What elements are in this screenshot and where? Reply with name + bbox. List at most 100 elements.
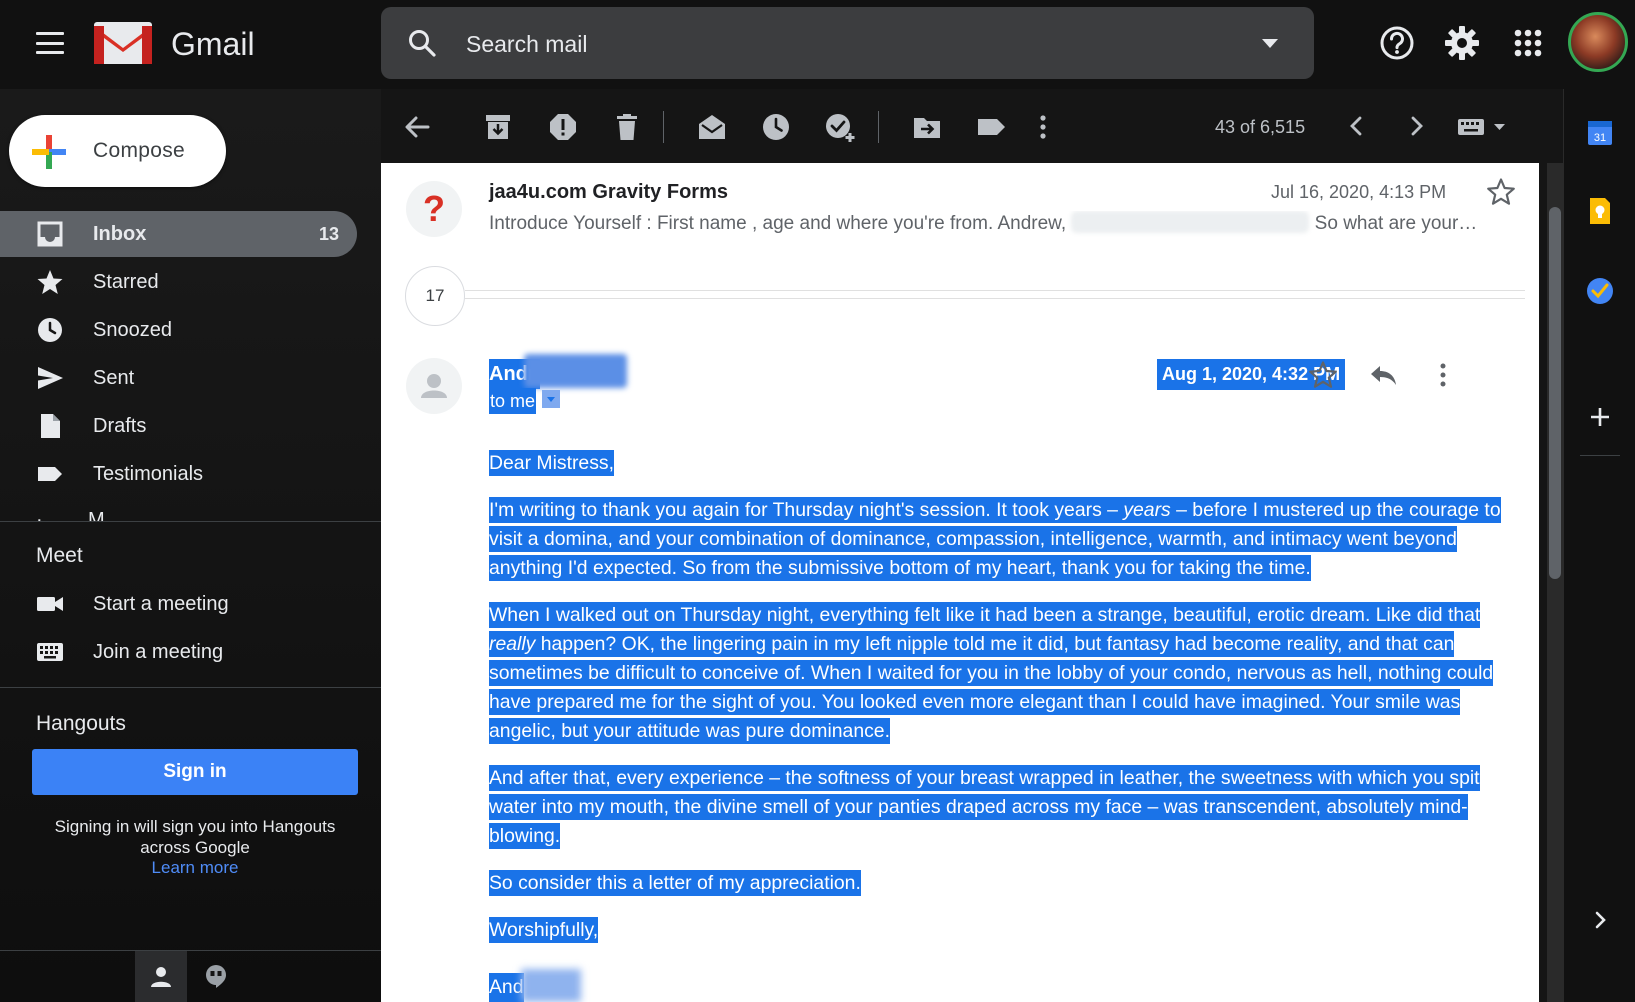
report-spam-icon[interactable] [547, 111, 579, 143]
sidebar-item-label: Sent [93, 367, 135, 389]
sidebar-item-sent[interactable]: Sent [0, 355, 357, 401]
label-icon[interactable] [975, 111, 1007, 143]
newer-chevron-left-icon[interactable] [1342, 111, 1372, 141]
hangouts-sign-in-note: Signing in will sign you into Hangouts a… [54, 817, 336, 857]
signature-text: And [489, 973, 524, 1002]
sidebar-divider [0, 687, 381, 688]
clock-icon [38, 318, 62, 342]
learn-more-link[interactable]: Learn more [36, 858, 354, 878]
side-panel-divider [1580, 455, 1620, 456]
sidebar-item-label: Starred [93, 271, 159, 293]
star-icon[interactable] [1486, 177, 1516, 207]
meet-item-label: Join a meeting [93, 641, 224, 663]
body-paragraph: And after that, every experience – the s… [489, 765, 1480, 849]
label-tag-icon [38, 467, 62, 481]
closing-text: Worshipfully, [489, 917, 599, 943]
show-details-caret-icon[interactable] [542, 390, 560, 408]
more-vertical-icon[interactable] [1428, 360, 1458, 390]
body-paragraph: So consider this a letter of my apprecia… [489, 870, 861, 896]
hamburger-menu-icon[interactable] [36, 32, 64, 54]
older-chevron-right-icon[interactable] [1401, 111, 1431, 141]
inbox-icon [37, 221, 63, 247]
input-tools-keyboard-icon[interactable] [1456, 114, 1508, 140]
sidebar-item-starred[interactable]: Starred [0, 259, 357, 305]
message-body: Dear Mistress, I'm writing to thank you … [489, 449, 1517, 963]
sidebar-item-inbox[interactable]: Inbox 13 [0, 211, 357, 257]
sidebar-item-label: Snoozed [93, 319, 172, 341]
reply-arrow-icon[interactable] [1368, 360, 1398, 390]
greeting-text: Dear Mistress, [489, 450, 614, 476]
search-options-caret-icon[interactable] [1262, 39, 1278, 48]
collapsed-messages-count[interactable]: 17 [405, 266, 465, 326]
collapsed-messages-line [465, 290, 1525, 291]
archive-icon[interactable] [482, 111, 514, 143]
gmail-brand-text[interactable]: Gmail [171, 26, 255, 63]
sidebar-item-label: Inbox [93, 223, 147, 245]
unknown-sender-avatar: ? [406, 181, 462, 237]
join-meeting-item[interactable]: Join a meeting [0, 629, 357, 675]
expand-side-panel-chevron-icon[interactable] [1585, 905, 1615, 935]
contacts-person-icon [151, 967, 171, 987]
settings-gear-icon[interactable] [1443, 24, 1481, 62]
snooze-clock-icon[interactable] [760, 111, 792, 143]
sidebar-divider [0, 521, 381, 522]
inbox-unread-count: 13 [318, 224, 339, 244]
search-input[interactable]: Search mail [466, 31, 587, 58]
hangouts-bottom-tabs [0, 950, 381, 1002]
redacted-blur [521, 969, 581, 1002]
google-calendar-icon[interactable]: 31 [1585, 118, 1615, 148]
video-camera-icon [37, 597, 63, 611]
start-meeting-item[interactable]: Start a meeting [0, 581, 357, 627]
back-arrow-icon[interactable] [401, 111, 433, 143]
more-vertical-icon[interactable] [1027, 111, 1059, 143]
star-icon[interactable] [1308, 360, 1338, 390]
sidebar-item-drafts[interactable]: Drafts [0, 403, 357, 449]
search-icon[interactable] [407, 28, 437, 58]
redacted-blur [1071, 211, 1310, 233]
delete-trash-icon[interactable] [611, 111, 643, 143]
collapsed-messages-line [465, 298, 1525, 299]
compose-button[interactable]: Compose [9, 115, 226, 187]
toolbar-separator [663, 111, 664, 143]
send-icon [38, 367, 63, 389]
toolbar-separator [878, 111, 879, 143]
side-panel: 31 [1563, 89, 1635, 1002]
collapsed-message-snippet[interactable]: Introduce Yourself : First name , age an… [489, 211, 1524, 237]
add-to-tasks-icon[interactable] [824, 111, 856, 143]
contacts-tab[interactable] [135, 951, 187, 1002]
gmail-logo-icon[interactable] [94, 22, 152, 64]
mark-unread-envelope-icon[interactable] [696, 111, 728, 143]
body-paragraph: When I walked out on Thursday night, eve… [489, 602, 1494, 744]
move-to-folder-icon[interactable] [911, 111, 943, 143]
hangouts-sign-in-button[interactable]: Sign in [32, 749, 358, 795]
get-addons-plus-icon[interactable] [1585, 402, 1615, 432]
keyboard-icon [37, 643, 63, 661]
sidebar-item-label: Testimonials [93, 463, 204, 485]
svg-text:31: 31 [1594, 132, 1606, 144]
hangouts-chat-tab[interactable] [190, 951, 242, 1002]
redacted-blur [524, 354, 627, 388]
hangouts-chat-icon [206, 965, 226, 988]
account-avatar[interactable] [1568, 12, 1628, 72]
collapsed-message-sender[interactable]: jaa4u.com Gravity Forms [489, 181, 728, 204]
compose-plus-icon [32, 135, 66, 169]
sidebar-item-testimonials[interactable]: Testimonials [0, 451, 357, 497]
thread-scrollbar-thumb[interactable] [1549, 207, 1561, 579]
compose-label: Compose [93, 139, 185, 162]
body-paragraph: I'm writing to thank you again for Thurs… [489, 497, 1501, 581]
sidebar-item-snoozed[interactable]: Snoozed [0, 307, 357, 353]
top-bar: Gmail Search mail [0, 0, 1635, 89]
google-keep-icon[interactable] [1585, 196, 1615, 226]
pager-count: 43 of 6,515 [1215, 117, 1306, 137]
message-toolbar [381, 89, 1562, 163]
meet-section-title: Meet [36, 544, 83, 567]
google-tasks-icon[interactable] [1585, 276, 1615, 306]
help-icon[interactable] [1378, 24, 1416, 62]
apps-grid-icon[interactable] [1509, 24, 1547, 62]
sidebar-item-label: Drafts [93, 415, 147, 437]
draft-file-icon [41, 414, 60, 438]
sender-avatar [406, 358, 462, 414]
search-bar[interactable]: Search mail [381, 7, 1314, 79]
star-icon [37, 270, 63, 294]
recipient-label: to me [489, 388, 537, 414]
